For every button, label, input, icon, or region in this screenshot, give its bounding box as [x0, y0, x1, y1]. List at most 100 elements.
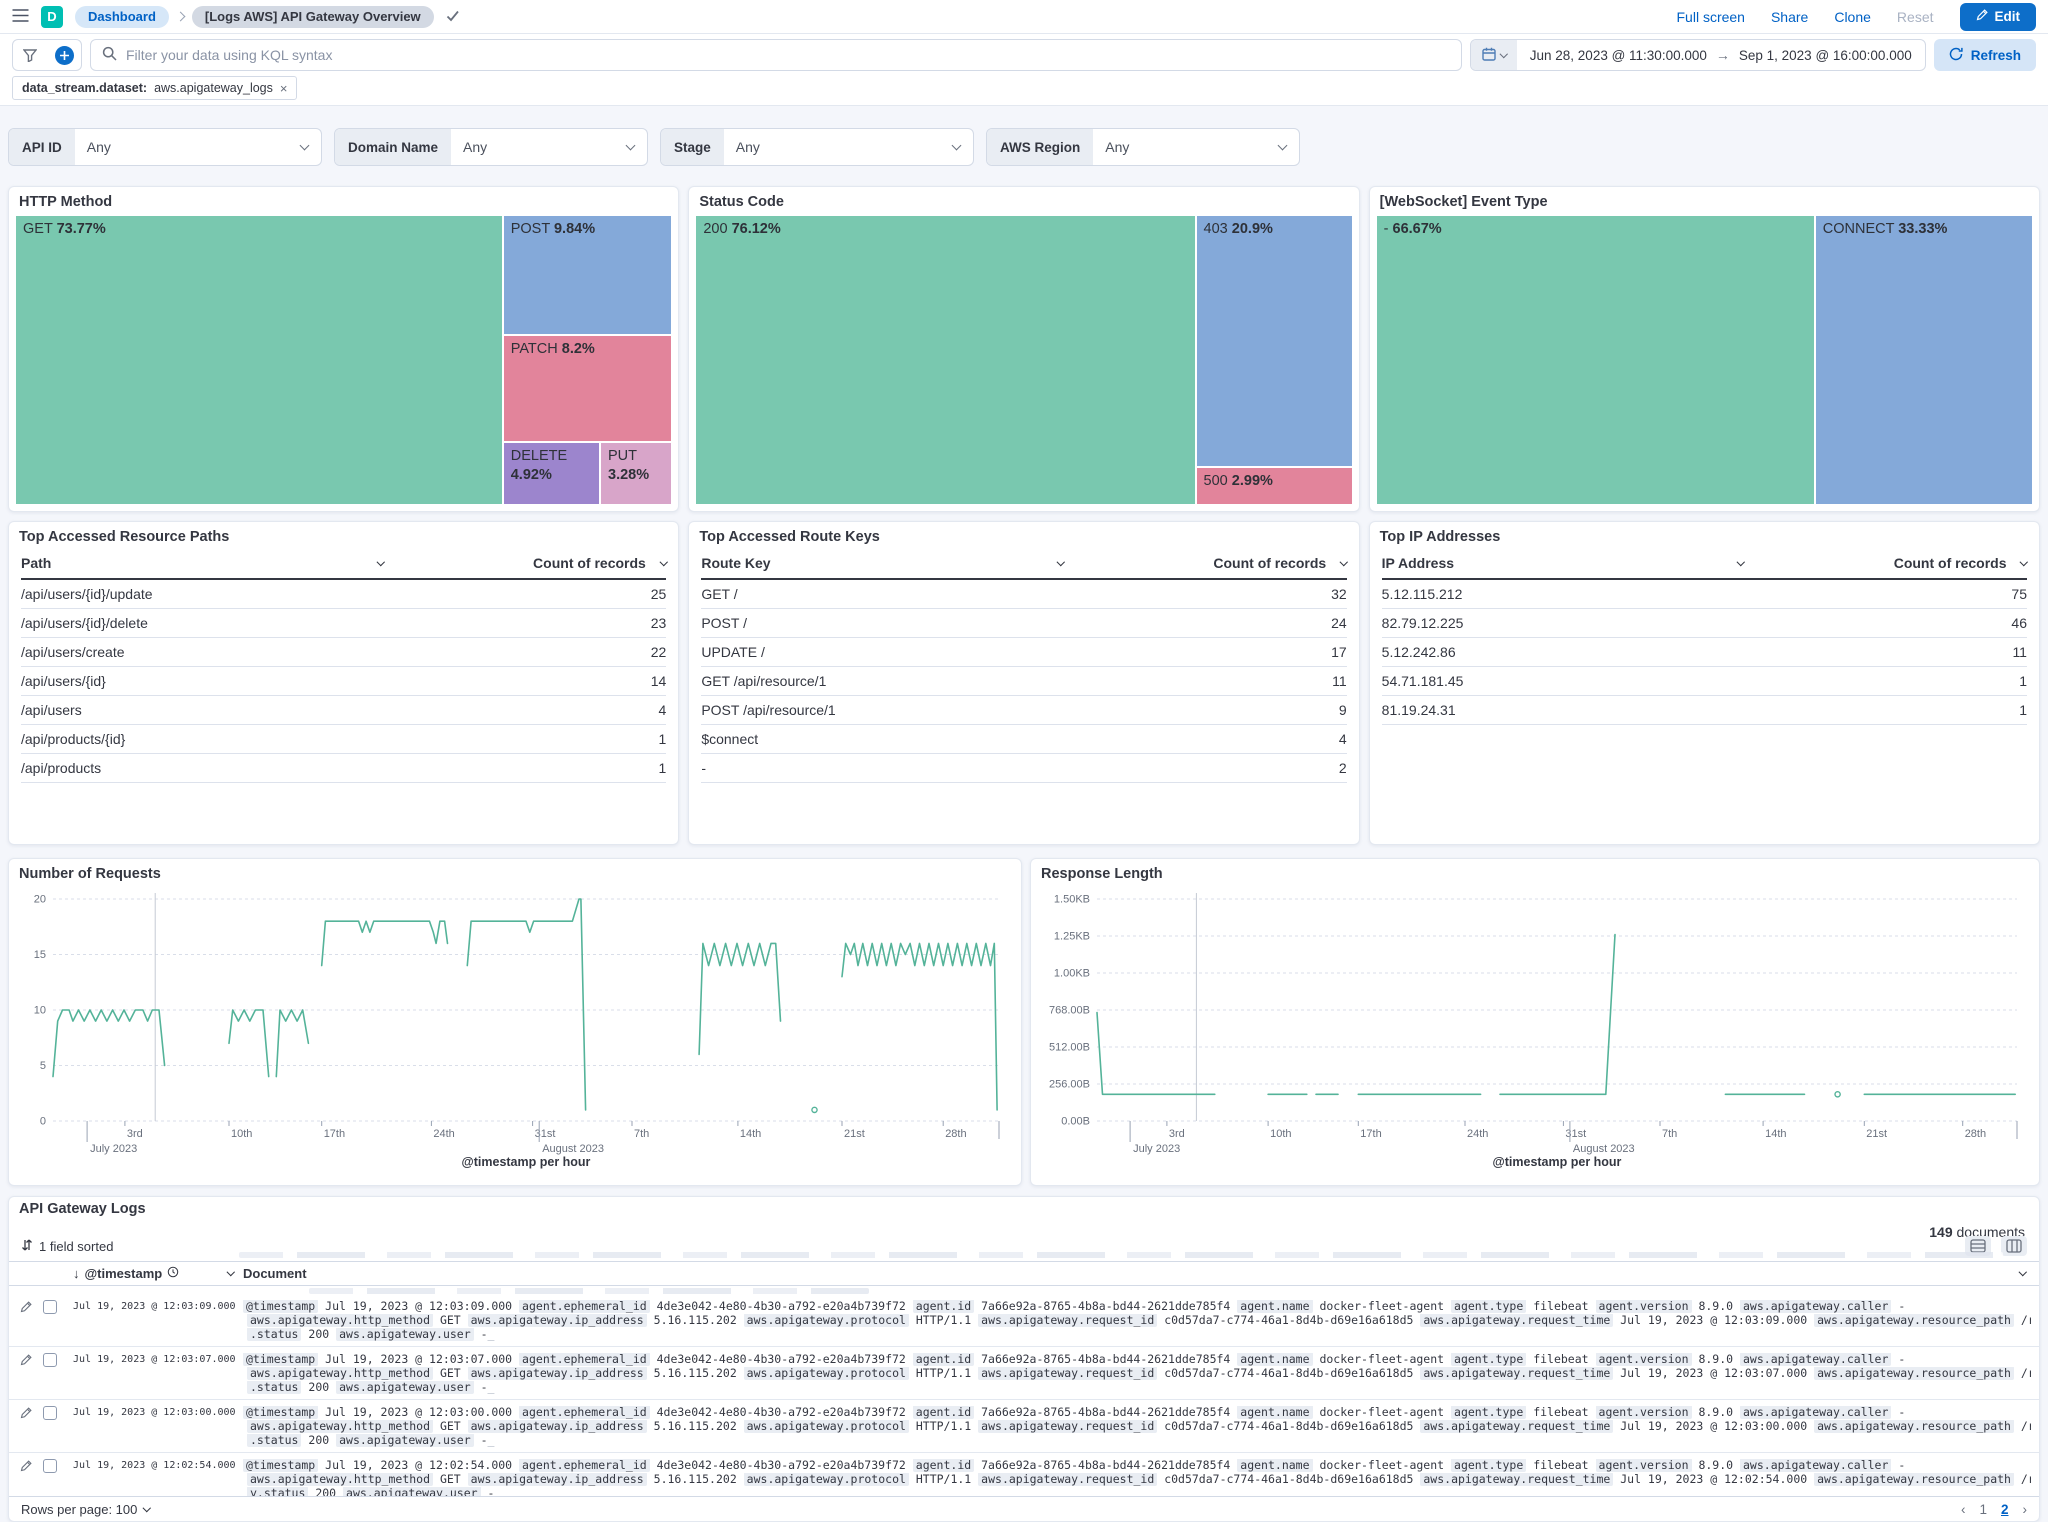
- svg-text:15: 15: [34, 949, 46, 961]
- control-domain-name[interactable]: Domain Name Any: [334, 128, 648, 166]
- table-header: IP Address Count of records: [1382, 548, 2027, 580]
- treemap-tile-patch[interactable]: PATCH 8.2%: [503, 335, 673, 442]
- table-row[interactable]: GET / 32: [701, 580, 1346, 609]
- control-label: API ID: [9, 129, 75, 165]
- chevron-down-icon: [660, 558, 668, 566]
- table-row[interactable]: /api/users/create 22: [21, 638, 666, 667]
- table-row[interactable]: UPDATE / 17: [701, 638, 1346, 667]
- refresh-button[interactable]: Refresh: [1934, 39, 2036, 71]
- column-header-path[interactable]: Path: [21, 555, 395, 571]
- treemap-tile-connect[interactable]: CONNECT 33.33%: [1815, 215, 2033, 505]
- edit-button[interactable]: Edit: [1960, 3, 2037, 31]
- column-header-timestamp[interactable]: ↓ @timestamp: [73, 1266, 243, 1281]
- treemap-tile-get[interactable]: GET 73.77%: [15, 215, 503, 505]
- row-checkbox[interactable]: [43, 1300, 57, 1314]
- panel-title: API Gateway Logs: [19, 1201, 146, 1217]
- column-header-route-key[interactable]: Route Key: [701, 555, 1075, 571]
- column-header-count-of-records[interactable]: Count of records: [1756, 555, 2027, 571]
- svg-text:28th: 28th: [1965, 1128, 1986, 1140]
- table-row[interactable]: POST /api/resource/1 9: [701, 696, 1346, 725]
- field-sorted-button[interactable]: 1 field sorted: [21, 1238, 113, 1255]
- check-icon[interactable]: [446, 9, 460, 25]
- column-header-count-of-records[interactable]: Count of records: [395, 555, 666, 571]
- treemap-tile-put[interactable]: PUT 3.28%: [600, 442, 672, 505]
- kql-input[interactable]: [126, 47, 1450, 63]
- breadcrumb-current[interactable]: [Logs AWS] API Gateway Overview: [192, 6, 434, 28]
- rows-per-page-button[interactable]: Rows per page: 100: [21, 1502, 150, 1517]
- column-header-count-of-records[interactable]: Count of records: [1076, 555, 1347, 571]
- svg-text:3rd: 3rd: [1169, 1128, 1185, 1140]
- breadcrumb-separator-icon: [175, 12, 185, 22]
- column-header-ip-address[interactable]: IP Address: [1382, 555, 1756, 571]
- full-screen-link[interactable]: Full screen: [1677, 9, 1745, 25]
- columns-icon[interactable]: [2001, 1236, 2027, 1256]
- date-from[interactable]: Jun 28, 2023 @ 11:30:00.000: [1530, 48, 1707, 63]
- filter-pill[interactable]: data_stream.dataset: aws.apigateway_logs…: [12, 76, 297, 100]
- reset-link[interactable]: Reset: [1897, 9, 1934, 25]
- row-checkbox[interactable]: [43, 1459, 57, 1473]
- chevron-down-icon: [143, 1504, 151, 1512]
- page-1-button[interactable]: 1: [1979, 1502, 1987, 1517]
- expand-row-icon[interactable]: [9, 1406, 43, 1452]
- add-filter-icon[interactable]: [47, 40, 81, 70]
- table-row[interactable]: /api/products/{id} 1: [21, 725, 666, 754]
- treemap-tile-200[interactable]: 200 76.12%: [695, 215, 1195, 505]
- table-row[interactable]: /api/products 1: [21, 754, 666, 783]
- row-checkbox[interactable]: [43, 1353, 57, 1367]
- expand-row-icon[interactable]: [9, 1300, 43, 1346]
- row-checkbox[interactable]: [43, 1406, 57, 1420]
- log-document: @timestamp Jul 19, 2023 @ 12:03:00.000 a…: [243, 1406, 2039, 1452]
- panel-title: Top Accessed Resource Paths: [9, 522, 678, 548]
- close-icon[interactable]: ×: [280, 81, 288, 96]
- log-row: Jul 19, 2023 @ 12:03:07.000 @timestamp J…: [9, 1347, 2039, 1400]
- clone-link[interactable]: Clone: [1834, 9, 1871, 25]
- table-row[interactable]: 5.12.115.212 75: [1382, 580, 2027, 609]
- treemap-tile-500[interactable]: 500 2.99%: [1196, 467, 1353, 505]
- control-api-id[interactable]: API ID Any: [8, 128, 322, 166]
- table-row[interactable]: /api/users/{id}/update 25: [21, 580, 666, 609]
- table-row[interactable]: /api/users/{id} 14: [21, 667, 666, 696]
- clock-icon: [167, 1266, 179, 1281]
- breadcrumb-dashboard[interactable]: Dashboard: [75, 6, 169, 28]
- table-row[interactable]: - 2: [701, 754, 1346, 783]
- date-to[interactable]: Sep 1, 2023 @ 16:00:00.000: [1739, 48, 1912, 63]
- svg-text:31st: 31st: [535, 1128, 556, 1140]
- prev-page-icon[interactable]: ‹: [1961, 1502, 1966, 1517]
- app-logo[interactable]: D: [41, 6, 63, 28]
- treemap-tile-403[interactable]: 403 20.9%: [1196, 215, 1353, 467]
- chart-canvas: 051015203rd10th17th24th31st7th14th21st28…: [15, 885, 1013, 1173]
- table-row[interactable]: /api/users 4: [21, 696, 666, 725]
- next-page-icon[interactable]: ›: [2023, 1502, 2028, 1517]
- table-row[interactable]: 82.79.12.225 46: [1382, 609, 2027, 638]
- expand-row-icon[interactable]: [9, 1353, 43, 1399]
- calendar-button[interactable]: [1471, 40, 1517, 70]
- treemap-tile-delete[interactable]: DELETE 4.92%: [503, 442, 600, 505]
- svg-text:1.25KB: 1.25KB: [1054, 931, 1090, 943]
- expand-row-icon[interactable]: [9, 1459, 43, 1496]
- data-table: Route Key Count of records GET / 32 POST…: [689, 548, 1358, 783]
- column-header-document[interactable]: Document: [243, 1266, 2039, 1281]
- treemap-tile-post[interactable]: POST 9.84%: [503, 215, 673, 335]
- treemap-tile-item[interactable]: - 66.67%: [1376, 215, 1815, 505]
- filter-funnel-icon[interactable]: [13, 40, 47, 70]
- page-2-button[interactable]: 2: [2001, 1502, 2009, 1517]
- panel-top-ip-addresses: Top IP Addresses IP Address Count of rec…: [1369, 521, 2040, 845]
- panel-title: Top Accessed Route Keys: [689, 522, 1358, 548]
- filter-pill-value: aws.apigateway_logs: [154, 81, 273, 95]
- table-row[interactable]: 5.12.242.86 11: [1382, 638, 2027, 667]
- table-row[interactable]: $connect 4: [701, 725, 1346, 754]
- table-row[interactable]: 54.71.181.45 1: [1382, 667, 2027, 696]
- control-stage[interactable]: Stage Any: [660, 128, 974, 166]
- log-timestamp: Jul 19, 2023 @ 12:03:07.000: [73, 1353, 243, 1399]
- table-row[interactable]: 81.19.24.31 1: [1382, 696, 2027, 725]
- logs-grid-header: ↓ @timestamp Document: [9, 1261, 2039, 1287]
- table-row[interactable]: POST / 24: [701, 609, 1346, 638]
- table-row[interactable]: GET /api/resource/1 11: [701, 667, 1346, 696]
- svg-text:10: 10: [34, 1005, 46, 1017]
- refresh-icon: [1949, 47, 1963, 64]
- table-row[interactable]: /api/users/{id}/delete 23: [21, 609, 666, 638]
- menu-icon[interactable]: [12, 9, 29, 25]
- svg-text:24th: 24th: [1467, 1128, 1488, 1140]
- share-link[interactable]: Share: [1771, 9, 1808, 25]
- control-aws-region[interactable]: AWS Region Any: [986, 128, 1300, 166]
